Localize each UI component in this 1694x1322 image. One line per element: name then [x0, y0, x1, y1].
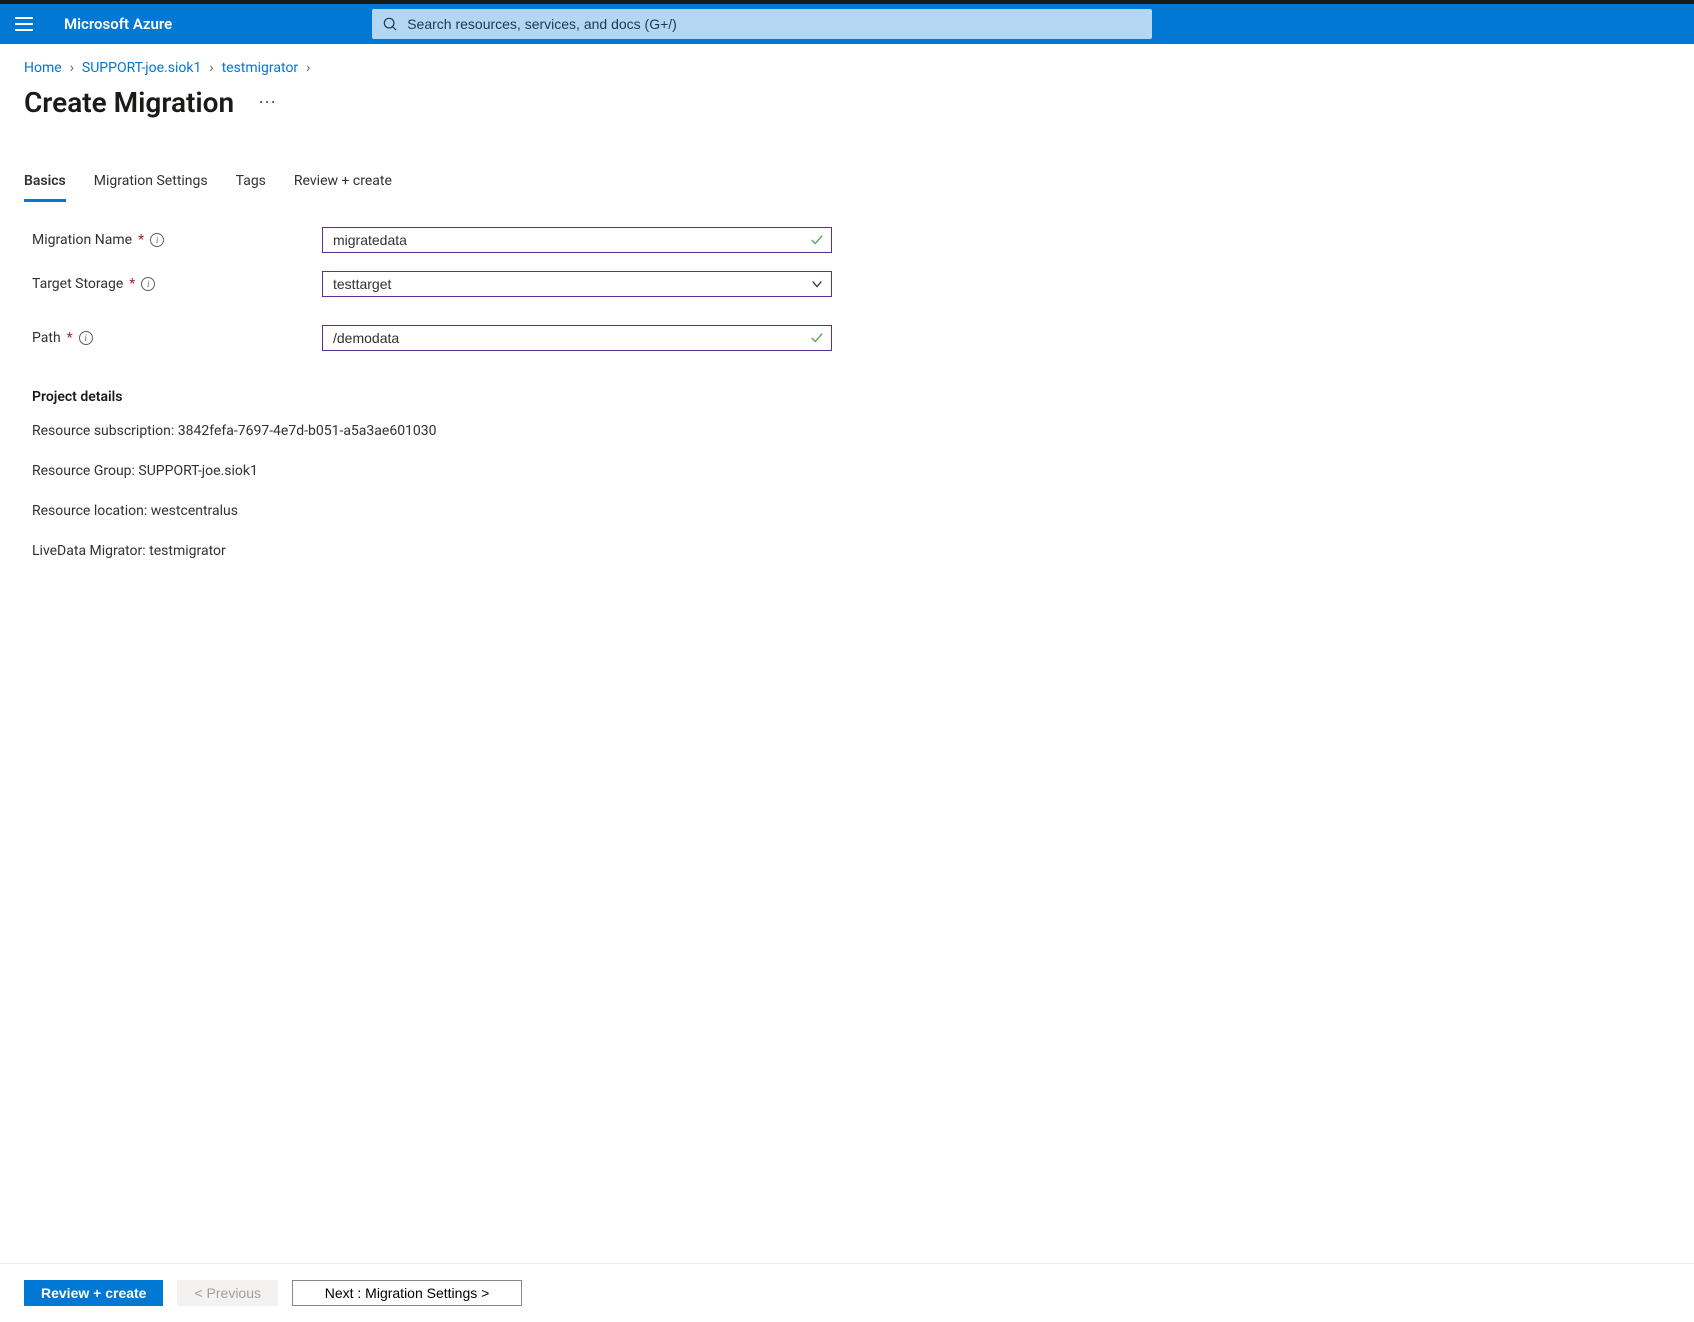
project-details-header: Project details [32, 389, 1670, 405]
row-path: Path * i [32, 325, 1670, 351]
required-star: * [67, 330, 73, 346]
title-row: Create Migration ⋯ [24, 86, 1670, 119]
menu-button[interactable] [0, 4, 48, 44]
row-target-storage: Target Storage * i [32, 271, 1670, 297]
field-migration-name [322, 227, 832, 253]
label-text: Path [32, 330, 61, 346]
detail-location: Resource location: westcentralus [32, 503, 1670, 519]
topbar: Microsoft Azure [0, 4, 1694, 44]
breadcrumb: Home › SUPPORT-joe.siok1 › testmigrator … [24, 60, 1670, 76]
label-migration-name: Migration Name * i [32, 232, 322, 248]
migration-name-input[interactable] [322, 227, 832, 253]
label-target-storage: Target Storage * i [32, 276, 322, 292]
search-box[interactable] [372, 9, 1152, 39]
detail-value: 3842fefa-7697-4e7d-b051-a5a3ae601030 [178, 423, 437, 439]
required-star: * [129, 276, 135, 292]
breadcrumb-testmigrator[interactable]: testmigrator [222, 60, 299, 76]
field-path [322, 325, 832, 351]
chevron-right-icon: › [306, 60, 310, 76]
tab-tags[interactable]: Tags [236, 169, 266, 202]
brand-label[interactable]: Microsoft Azure [64, 15, 172, 33]
search-icon [383, 17, 397, 31]
detail-label: Resource Group [32, 463, 132, 479]
breadcrumb-support[interactable]: SUPPORT-joe.siok1 [82, 60, 201, 76]
label-path: Path * i [32, 330, 322, 346]
content-area: Home › SUPPORT-joe.siok1 › testmigrator … [0, 44, 1694, 1263]
info-icon[interactable]: i [150, 233, 164, 247]
info-icon[interactable]: i [141, 277, 155, 291]
detail-label: Resource location [32, 503, 144, 519]
tabs: Basics Migration Settings Tags Review + … [24, 169, 1670, 203]
required-star: * [138, 232, 144, 248]
path-input[interactable] [322, 325, 832, 351]
search-input[interactable] [407, 16, 1141, 32]
detail-migrator: LiveData Migrator: testmigrator [32, 543, 1670, 559]
detail-value: westcentralus [151, 503, 238, 519]
chevron-right-icon: › [209, 60, 213, 76]
label-text: Target Storage [32, 276, 123, 292]
next-button[interactable]: Next : Migration Settings > [292, 1280, 522, 1306]
previous-button: < Previous [177, 1280, 278, 1306]
detail-label: Resource subscription [32, 423, 171, 439]
detail-subscription: Resource subscription: 3842fefa-7697-4e7… [32, 423, 1670, 439]
row-migration-name: Migration Name * i [32, 227, 1670, 253]
review-create-button[interactable]: Review + create [24, 1280, 163, 1306]
tab-migration-settings[interactable]: Migration Settings [94, 169, 208, 202]
page-title: Create Migration [24, 86, 234, 119]
field-target-storage [322, 271, 832, 297]
search-wrap [212, 9, 1694, 39]
more-actions-button[interactable]: ⋯ [254, 88, 282, 117]
detail-value: SUPPORT-joe.siok1 [138, 463, 257, 479]
target-storage-select[interactable] [322, 271, 832, 297]
detail-label: LiveData Migrator [32, 543, 142, 559]
chevron-right-icon: › [70, 60, 74, 76]
tab-basics[interactable]: Basics [24, 169, 66, 202]
detail-value: testmigrator [149, 543, 226, 559]
tab-review-create[interactable]: Review + create [294, 169, 392, 202]
chevron-down-icon[interactable] [810, 277, 824, 291]
form-basics: Migration Name * i Target Storage * [24, 227, 1670, 559]
breadcrumb-home[interactable]: Home [24, 60, 62, 76]
label-text: Migration Name [32, 232, 132, 248]
detail-resource-group: Resource Group: SUPPORT-joe.siok1 [32, 463, 1670, 479]
hamburger-icon [15, 17, 33, 31]
footer: Review + create < Previous Next : Migrat… [0, 1263, 1694, 1322]
info-icon[interactable]: i [79, 331, 93, 345]
